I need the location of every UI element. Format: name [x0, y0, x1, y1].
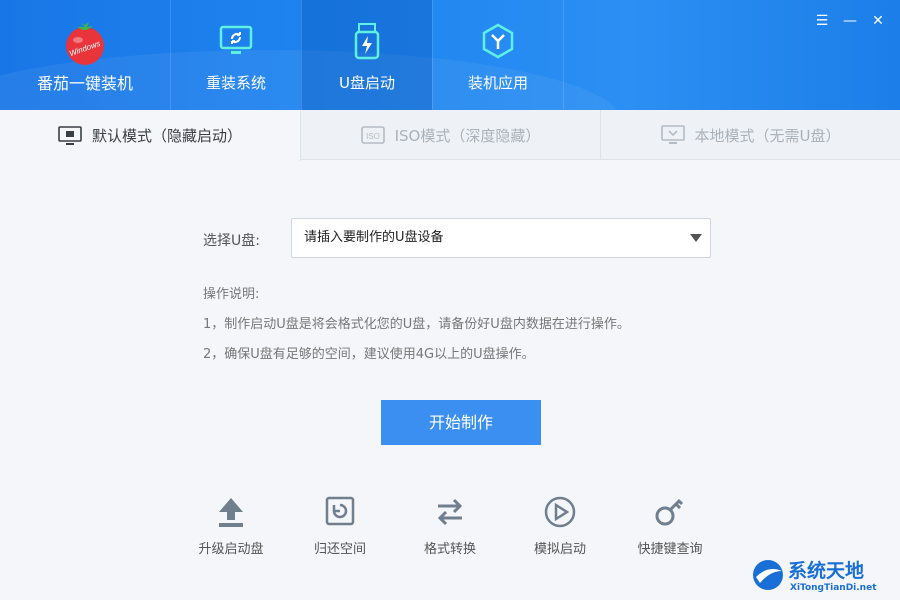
- window-controls: ☰ — ✕: [814, 12, 886, 30]
- tomato-logo-icon: Windows: [66, 22, 104, 65]
- nav-label: U盘启动: [339, 74, 395, 92]
- upload-arrow-icon: [219, 498, 243, 527]
- nav-install-apps[interactable]: 装机应用: [432, 0, 563, 110]
- tool-label: 归还空间: [313, 542, 366, 557]
- tool-format-convert[interactable]: 格式转换: [405, 494, 495, 557]
- tool-upgrade-boot-disk[interactable]: 升级启动盘: [186, 494, 276, 557]
- tab-label: 默认模式（隐藏启动）: [91, 127, 242, 145]
- app-logo-block: Windows 番茄一键装机: [0, 0, 170, 110]
- dropdown-caret-icon[interactable]: [690, 234, 702, 242]
- tool-simulate-boot[interactable]: 模拟启动: [515, 494, 605, 557]
- restore-icon: [325, 496, 355, 526]
- monitor-icon: [58, 125, 82, 145]
- tool-label: 格式转换: [423, 542, 476, 557]
- tool-restore-space[interactable]: 归还空间: [295, 494, 385, 557]
- tab-iso-mode[interactable]: ISO ISO模式（深度隐藏）: [301, 110, 601, 160]
- instructions-line-1: 1，制作启动U盘是将会格式化您的U盘，请备份好U盘内数据在进行操作。: [203, 317, 630, 332]
- instructions-line-2: 2，确保U盘有足够的空间，建议使用4G以上的U盘操作。: [203, 347, 535, 362]
- iso-icon: ISO: [360, 126, 385, 144]
- tool-label: 快捷键查询: [637, 542, 703, 557]
- nav-label: 装机应用: [467, 74, 528, 92]
- minimize-icon[interactable]: —: [842, 12, 858, 30]
- nav-usb-boot[interactable]: U盘启动: [301, 0, 432, 110]
- title-bar: Windows 番茄一键装机 重装系统 U盘启动 装机应用 ☰ — ✕: [0, 0, 900, 110]
- mode-tabs: 默认模式（隐藏启动） ISO ISO模式（深度隐藏） 本地模式（无需U盘）: [0, 110, 900, 161]
- tab-label: ISO模式（深度隐藏）: [394, 126, 541, 145]
- instructions-title: 操作说明:: [203, 287, 260, 302]
- tool-label: 模拟启动: [533, 542, 586, 557]
- apps-hexagon-icon: [482, 23, 514, 59]
- app-title: 番茄一键装机: [36, 74, 133, 93]
- usb-drive-icon: [354, 23, 380, 60]
- watermark: 系统天地 XiTongTianDi.net: [750, 553, 890, 597]
- nav-label: 重装系统: [205, 74, 266, 92]
- nav-reinstall-system[interactable]: 重装系统: [170, 0, 301, 110]
- watermark-logo-icon: [753, 560, 783, 590]
- watermark-subtext: XiTongTianDi.net: [790, 583, 877, 593]
- select-value: 请插入要制作的U盘设备: [304, 230, 444, 245]
- tab-default-mode[interactable]: 默认模式（隐藏启动）: [0, 110, 301, 161]
- menu-icon[interactable]: ☰: [814, 12, 830, 30]
- select-usb-label: 选择U盘:: [203, 233, 260, 249]
- svg-text:ISO: ISO: [366, 132, 380, 141]
- monitor-icon: [660, 125, 685, 144]
- tool-label: 升级启动盘: [198, 542, 264, 557]
- tab-label: 本地模式（无需U盘）: [694, 126, 841, 145]
- nav-divider: [563, 0, 564, 110]
- start-button[interactable]: 开始制作: [381, 400, 541, 445]
- tool-hotkey-lookup[interactable]: 快捷键查询: [625, 494, 715, 557]
- watermark-text: 系统天地: [788, 560, 865, 582]
- swap-arrows-icon: [437, 498, 463, 526]
- close-icon[interactable]: ✕: [870, 12, 886, 30]
- key-icon: [655, 498, 684, 526]
- instructions: 操作说明: 1，制作启动U盘是将会格式化您的U盘，请备份好U盘内数据在进行操作。…: [203, 287, 630, 377]
- monitor-sync-icon: [219, 25, 253, 54]
- usb-device-select[interactable]: 请插入要制作的U盘设备: [291, 218, 711, 258]
- tab-local-mode[interactable]: 本地模式（无需U盘）: [601, 110, 900, 160]
- play-circle-icon: [544, 496, 576, 528]
